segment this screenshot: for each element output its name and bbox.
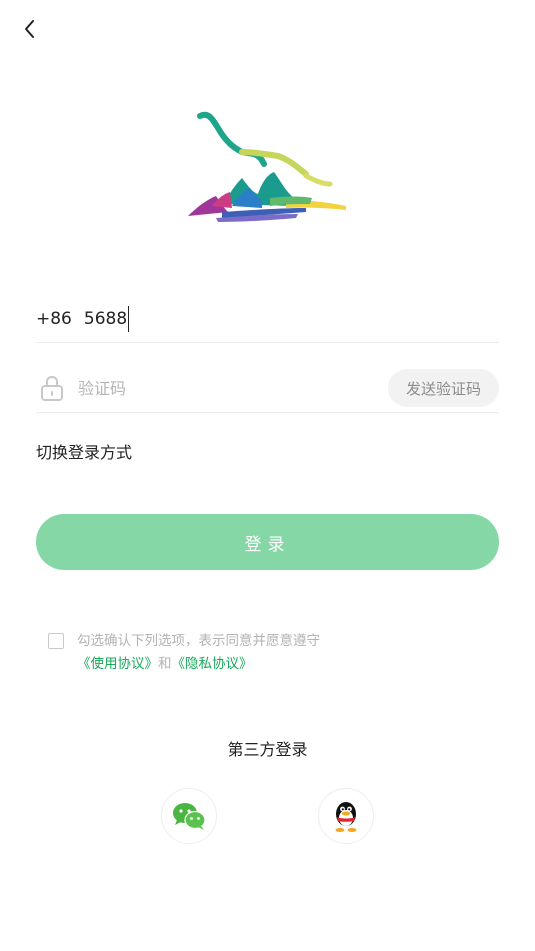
agreement-checkbox[interactable] [48,633,64,649]
login-button[interactable]: 登录 [36,514,499,570]
chevron-left-icon [25,20,34,38]
third-party-login-title: 第三方登录 [227,740,308,759]
switch-login-method-link[interactable]: 切换登录方式 [36,439,132,463]
agreement-text: 勾选确认下列选项，表示同意并愿意遵守 《使用协议》和《隐私协议》 [77,630,377,676]
lock-icon [41,375,63,401]
app-logo [188,111,346,222]
send-code-button[interactable]: 发送验证码 [387,369,499,407]
back-button[interactable] [14,14,44,44]
verification-code-row: 发送验证码 [36,364,499,413]
qq-icon [335,802,357,832]
text-caret [128,306,130,332]
privacy-policy-link[interactable]: 《隐私协议》 [172,656,253,672]
phone-input-value: 5688 [83,309,128,329]
login-page: +86 5688 发送验证码 切换登录方式 登录 勾选确认下列选项，表示同意并愿… [0,0,535,951]
wechat-icon [173,803,206,830]
country-code[interactable]: +86 [36,309,72,329]
terms-of-use-link[interactable]: 《使用协议》 [77,656,158,672]
agreement-statement: 勾选确认下列选项，表示同意并愿意遵守 [77,633,320,649]
agreement-conjunction: 和 [158,656,172,672]
verification-code-input[interactable] [78,378,388,398]
phone-input[interactable]: 5688 [83,306,130,332]
qq-login-button[interactable] [318,788,374,844]
wechat-login-button[interactable] [161,788,217,844]
phone-field-row: +86 5688 [36,296,499,343]
